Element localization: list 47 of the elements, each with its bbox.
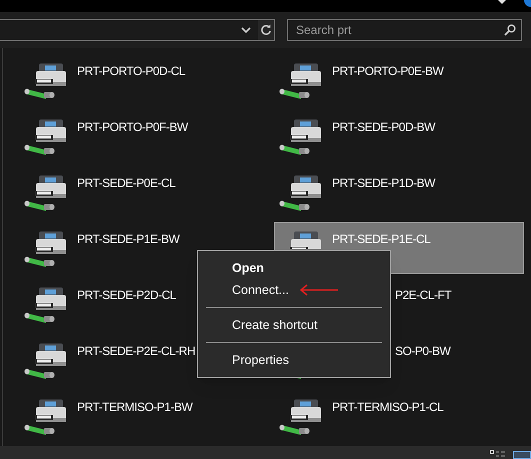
- printer-name: PRT-PORTO-P0E-BW: [332, 63, 444, 79]
- printer-name: SO-P0-BW: [395, 343, 450, 359]
- printer-name: PRT-TERMISO-P1-BW: [77, 399, 192, 415]
- printer-icon: [24, 231, 68, 268]
- printer-icon: [24, 343, 68, 380]
- menu-item[interactable]: Connect...: [232, 280, 289, 300]
- tiles-view-icon[interactable]: [513, 451, 531, 459]
- printer-name: PRT-PORTO-P0F-BW: [77, 119, 188, 135]
- printer-item[interactable]: PRT-SEDE-P0E-CL: [19, 166, 269, 218]
- address-field[interactable]: [0, 19, 275, 41]
- annotation-arrow: [298, 284, 339, 296]
- printer-item[interactable]: PRT-SEDE-P1D-BW: [274, 166, 524, 218]
- tray-icon[interactable]: [497, 0, 507, 6]
- printer-item[interactable]: PRT-PORTO-P0E-BW: [274, 54, 524, 106]
- printer-name: PRT-SEDE-P1E-CL: [332, 231, 430, 247]
- printer-name: PRT-SEDE-P1D-BW: [332, 175, 435, 191]
- printer-item[interactable]: PRT-SEDE-P0D-BW: [274, 110, 524, 162]
- chevron-down-icon[interactable]: [241, 26, 251, 34]
- printer-icon: [24, 287, 68, 324]
- printer-item[interactable]: PRT-TERMISO-P1-BW: [19, 390, 269, 442]
- printer-icon: [24, 399, 68, 436]
- printer-item[interactable]: PRT-TERMISO-P1-CL: [274, 390, 524, 442]
- printer-name: PRT-SEDE-P2E-CL-RH: [77, 343, 196, 359]
- search-input[interactable]: Search prt: [296, 21, 504, 39]
- printer-name: PRT-SEDE-P0D-BW: [332, 119, 435, 135]
- printer-icon: [24, 119, 68, 156]
- search-icon[interactable]: [504, 24, 516, 36]
- menu-item[interactable]: Properties: [232, 350, 289, 370]
- printer-icon: [279, 399, 323, 436]
- menu-item[interactable]: Create shortcut: [232, 316, 318, 334]
- printer-icon: [279, 175, 323, 212]
- search-field[interactable]: Search prt: [287, 19, 522, 41]
- details-view-icon[interactable]: [490, 450, 506, 458]
- printer-name: PRT-SEDE-P1E-BW: [77, 231, 180, 247]
- printer-icon: [24, 175, 68, 212]
- printer-name: PRT-TERMISO-P1-CL: [332, 399, 444, 415]
- printer-icon: [279, 63, 323, 100]
- menu-item[interactable]: Open: [232, 258, 264, 278]
- printer-item[interactable]: PRT-PORTO-P0F-BW: [19, 110, 269, 162]
- printer-item[interactable]: PRT-PORTO-P0D-CL: [19, 54, 269, 106]
- printer-name: PRT-SEDE-P2D-CL: [77, 287, 176, 303]
- avatar-icon[interactable]: [524, 0, 531, 7]
- printer-icon: [279, 119, 323, 156]
- refresh-icon[interactable]: [260, 24, 272, 36]
- printer-icon: [24, 63, 68, 100]
- printer-name: PRT-SEDE-P0E-CL: [77, 175, 176, 191]
- printer-name: PRT-PORTO-P0D-CL: [77, 63, 186, 79]
